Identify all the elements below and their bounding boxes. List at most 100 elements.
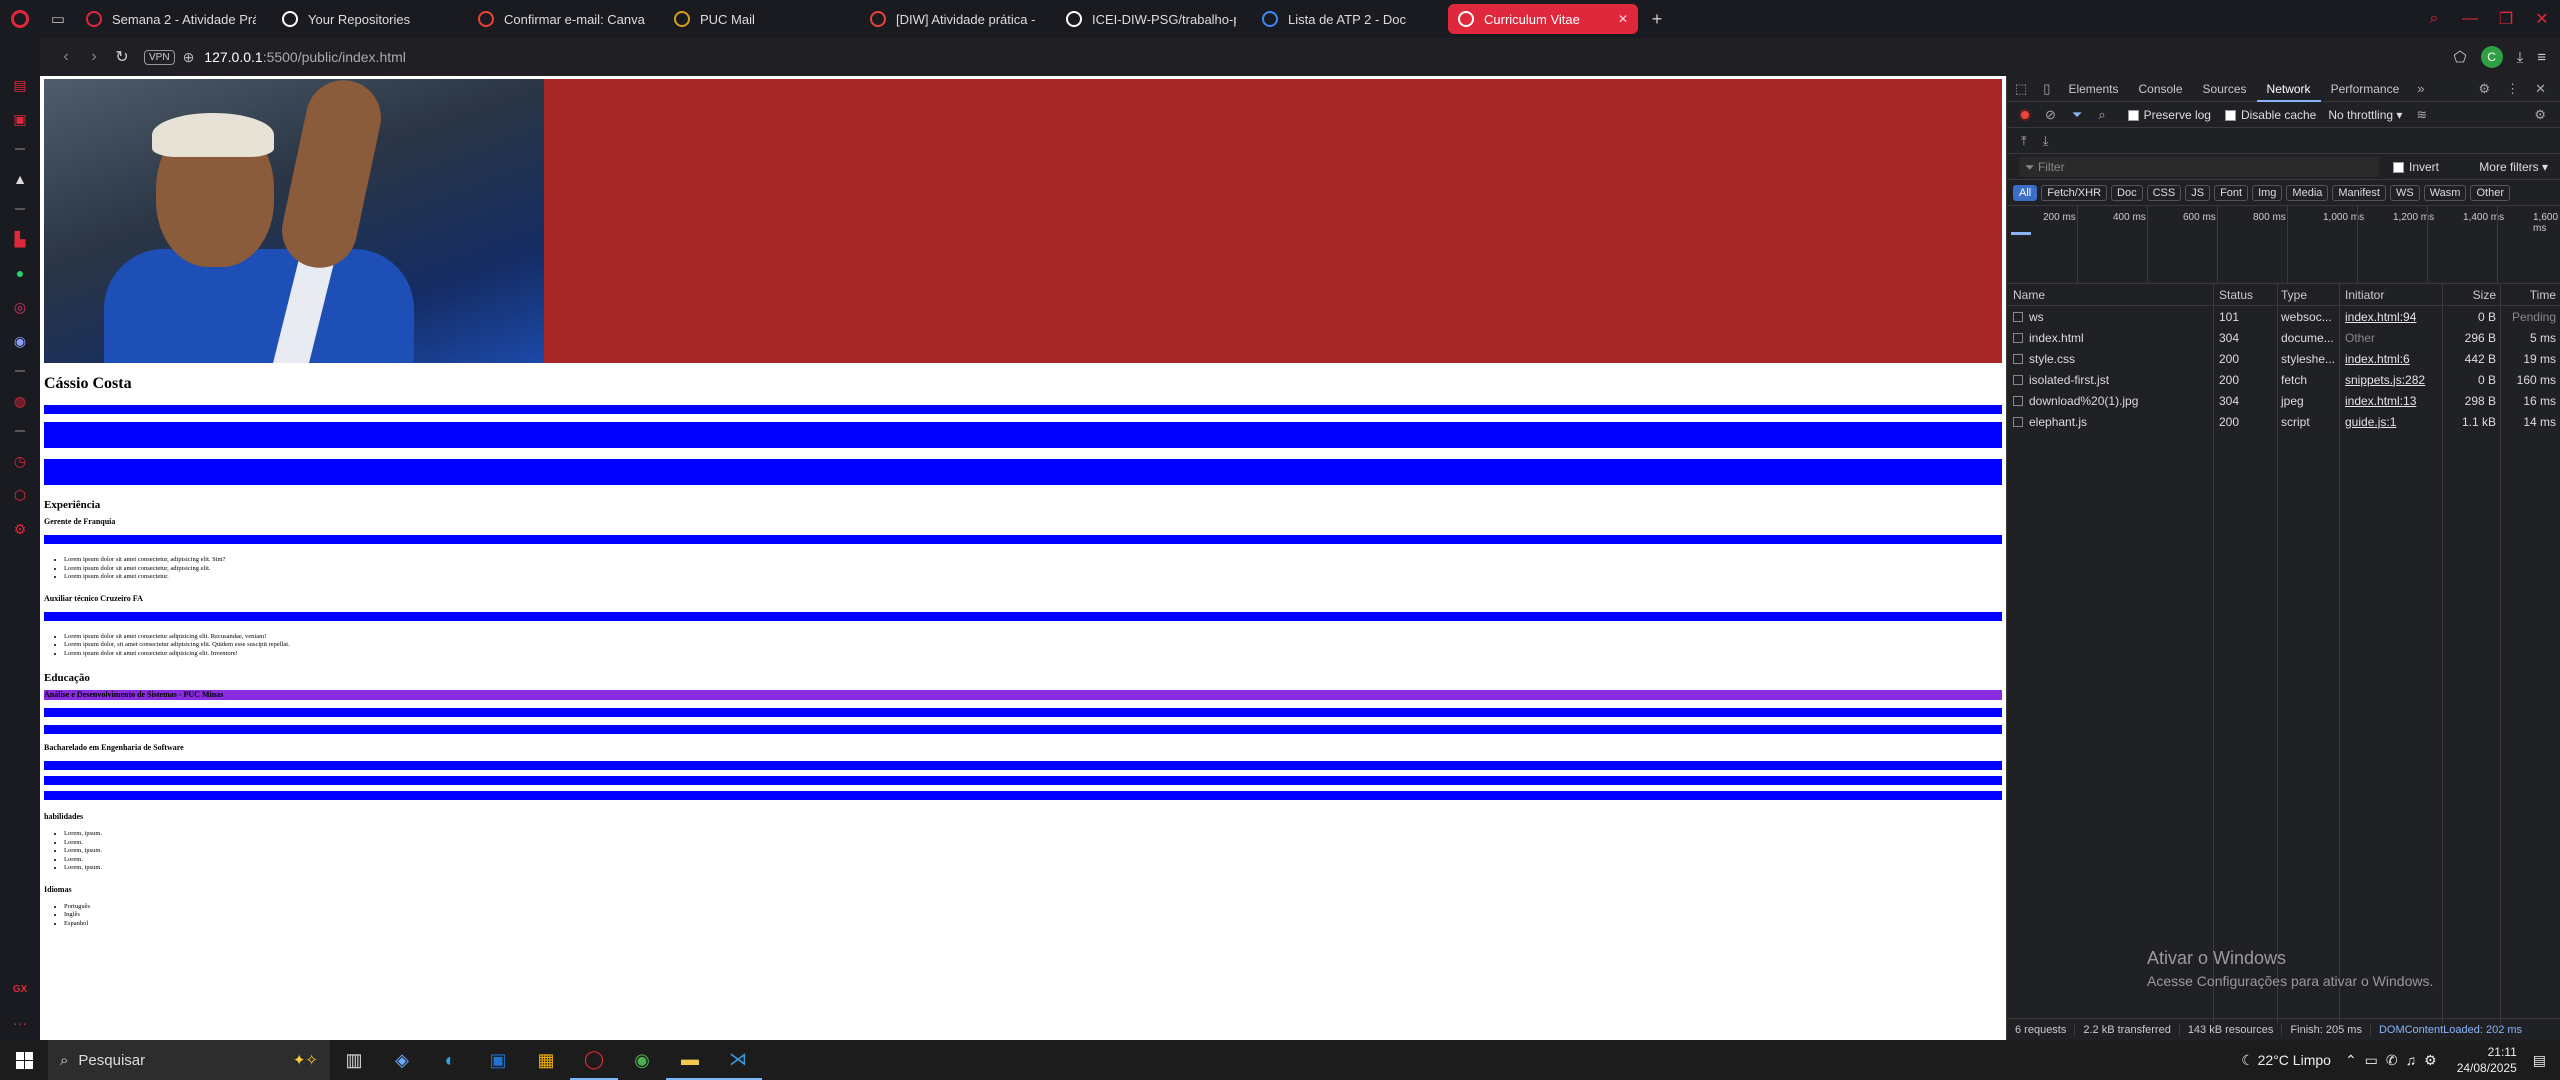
type-filter-css[interactable]: CSS bbox=[2146, 184, 2182, 201]
cell-initiator[interactable]: guide.js:1 bbox=[2339, 415, 2442, 429]
type-filter-all[interactable]: All bbox=[2013, 184, 2038, 201]
table-row[interactable]: index.html 304 docume... Other 296 B 5 ms bbox=[2007, 327, 2560, 348]
column-header-size[interactable]: Size bbox=[2442, 288, 2500, 302]
devtools-settings-icon[interactable]: ⚙ bbox=[2478, 81, 2490, 97]
vpn-badge[interactable]: VPN bbox=[144, 49, 175, 65]
browser-tab[interactable]: Semana 2 - Atividade Prá bbox=[76, 4, 266, 34]
site-info-icon[interactable]: ⊕ bbox=[183, 49, 195, 66]
type-filter-font[interactable]: Font bbox=[2214, 184, 2249, 201]
settings-icon[interactable]: ⚙ bbox=[9, 518, 31, 540]
tray-icons[interactable]: ⌃▭✆♫⚙ bbox=[2345, 1052, 2445, 1069]
close-window-button[interactable]: ✕ bbox=[2524, 9, 2560, 29]
whatsapp-icon[interactable]: ● bbox=[9, 262, 31, 284]
cell-initiator[interactable]: snippets.js:282 bbox=[2339, 373, 2442, 387]
weather-widget[interactable]: ☾ 22°C Limpo bbox=[2241, 1052, 2331, 1069]
taskbar-search[interactable]: ⌕ Pesquisar ✦✧ bbox=[48, 1040, 330, 1080]
devtools-tab-sources[interactable]: Sources bbox=[2193, 76, 2257, 102]
notifications-icon[interactable]: ▤ bbox=[2533, 1052, 2546, 1069]
vscode-icon[interactable]: ⋊ bbox=[714, 1040, 762, 1080]
type-filter-other[interactable]: Other bbox=[2470, 184, 2510, 201]
table-row[interactable]: elephant.js 200 script guide.js:1 1.1 kB 14 m… bbox=[2007, 411, 2560, 432]
type-filter-fetchxhr[interactable]: Fetch/XHR bbox=[2041, 184, 2108, 201]
back-button[interactable]: ‹ bbox=[52, 48, 80, 66]
table-row[interactable]: ws 101 websoc... index.html:94 0 B Pending bbox=[2007, 306, 2560, 327]
easy-setup-icon[interactable]: ≡ bbox=[2537, 49, 2546, 66]
browser-tab[interactable]: Confirmar e-mail: Canva bbox=[468, 4, 658, 34]
close-tab-icon[interactable]: ✕ bbox=[1618, 12, 1628, 26]
throttling-select[interactable]: No throttling ▾ bbox=[2328, 108, 2402, 122]
cell-initiator[interactable]: index.html:6 bbox=[2339, 352, 2442, 366]
file-explorer-icon[interactable]: ▬ bbox=[666, 1040, 714, 1080]
network-settings-icon[interactable]: ⚙ bbox=[2534, 107, 2546, 123]
record-icon[interactable] bbox=[2019, 108, 2031, 121]
column-header-status[interactable]: Status bbox=[2213, 288, 2277, 302]
browser-tab[interactable]: PUC Mail bbox=[664, 4, 854, 34]
opera-gx-taskbar-icon[interactable]: ◯ bbox=[570, 1040, 618, 1080]
cell-initiator[interactable]: index.html:94 bbox=[2339, 310, 2442, 324]
invert-checkbox[interactable]: Invert bbox=[2393, 160, 2439, 174]
column-header-time[interactable]: Time bbox=[2500, 288, 2560, 302]
copilot-icon[interactable]: ◈ bbox=[378, 1040, 426, 1080]
maximize-button[interactable]: ❐ bbox=[2488, 9, 2524, 29]
clock[interactable]: 21:11 24/08/2025 bbox=[2457, 1044, 2517, 1076]
instagram-icon[interactable]: ◎ bbox=[9, 296, 31, 318]
filter-input[interactable]: ⏷ Filter bbox=[2019, 156, 2379, 177]
close-devtools-icon[interactable]: ✕ bbox=[2535, 81, 2546, 97]
music-player-icon[interactable]: ◍ bbox=[9, 390, 31, 412]
browser-tab[interactable]: Lista de ATP 2 - Doc bbox=[1252, 4, 1442, 34]
gx-control-icon[interactable]: ▤ bbox=[9, 74, 31, 96]
devtools-tab-elements[interactable]: Elements bbox=[2058, 76, 2128, 102]
table-row[interactable]: isolated-first.jst 200 fetch snippets.js:28… bbox=[2007, 369, 2560, 390]
table-row[interactable]: download%20(1).jpg 304 jpeg index.html:13 29… bbox=[2007, 390, 2560, 411]
type-filter-doc[interactable]: Doc bbox=[2111, 184, 2143, 201]
more-icon[interactable]: ··· bbox=[9, 1012, 31, 1034]
task-view-icon[interactable]: ▥ bbox=[330, 1040, 378, 1080]
type-filter-media[interactable]: Media bbox=[2286, 184, 2329, 201]
disable-cache-checkbox[interactable]: Disable cache bbox=[2224, 108, 2316, 122]
inspect-element-icon[interactable]: ⬚ bbox=[2015, 81, 2027, 97]
minimize-button[interactable]: — bbox=[2452, 10, 2488, 28]
filter-icon[interactable]: ⏷ bbox=[2072, 107, 2082, 123]
browser-tab[interactable]: Your Repositories bbox=[272, 4, 462, 34]
extensions-icon[interactable]: ⬡ bbox=[9, 484, 31, 506]
column-header-name[interactable]: Name bbox=[2007, 288, 2213, 302]
devtools-tab-console[interactable]: Console bbox=[2128, 76, 2192, 102]
outlook-icon[interactable]: ▣ bbox=[474, 1040, 522, 1080]
search-tabs-icon[interactable]: ⌕ bbox=[2416, 10, 2452, 28]
profile-avatar[interactable]: C bbox=[2480, 46, 2503, 68]
cell-initiator[interactable]: index.html:13 bbox=[2339, 394, 2442, 408]
type-filter-img[interactable]: Img bbox=[2252, 184, 2283, 201]
snapshot-icon[interactable]: ⬠ bbox=[2454, 48, 2467, 66]
browser-tab[interactable]: Curriculum Vitae ✕ bbox=[1448, 4, 1638, 34]
aria-icon[interactable]: ▲ bbox=[9, 168, 31, 190]
type-filter-ws[interactable]: WS bbox=[2389, 184, 2420, 201]
devtools-tab-performance[interactable]: Performance bbox=[2321, 76, 2410, 102]
browser-tab[interactable]: ICEI-DIW-PSG/trabalho-p bbox=[1056, 4, 1246, 34]
type-filter-manifest[interactable]: Manifest bbox=[2332, 184, 2386, 201]
devtools-tab-network[interactable]: Network bbox=[2256, 76, 2321, 102]
table-row[interactable]: style.css 200 styleshe... index.html:6 442 B… bbox=[2007, 348, 2560, 369]
gx-badge-icon[interactable]: GX bbox=[9, 978, 31, 1000]
forward-button[interactable]: › bbox=[80, 48, 108, 66]
preserve-log-checkbox[interactable]: Preserve log bbox=[2127, 108, 2211, 122]
discord-icon[interactable]: ◉ bbox=[9, 330, 31, 352]
gx-corner-icon[interactable]: ▣ bbox=[9, 108, 31, 130]
history-icon[interactable]: ◷ bbox=[9, 450, 31, 472]
start-button[interactable] bbox=[0, 1051, 48, 1069]
search-icon[interactable]: ⌕ bbox=[2098, 107, 2105, 123]
import-har-icon[interactable]: ⤒ bbox=[2021, 133, 2027, 149]
reload-button[interactable]: ↻ bbox=[108, 47, 136, 67]
url-field[interactable]: 127.0.0.1:5500/public/index.html bbox=[204, 49, 406, 65]
downloads-icon[interactable]: ⤓ bbox=[2517, 49, 2524, 66]
device-toolbar-icon[interactable]: ▯ bbox=[2043, 81, 2050, 97]
clear-icon[interactable]: ⊘ bbox=[2045, 107, 2056, 123]
type-filter-js[interactable]: JS bbox=[2185, 184, 2211, 201]
type-filter-wasm[interactable]: Wasm bbox=[2423, 184, 2467, 201]
more-tabs-icon[interactable]: » bbox=[2417, 81, 2424, 96]
export-har-icon[interactable]: ⤓ bbox=[2043, 133, 2049, 149]
chrome-icon[interactable]: ◉ bbox=[618, 1040, 666, 1080]
opera-gx-logo[interactable] bbox=[0, 0, 40, 38]
store-icon[interactable]: ▦ bbox=[522, 1040, 570, 1080]
edge-icon[interactable]: ◐ bbox=[426, 1040, 474, 1080]
cell-initiator[interactable]: Other bbox=[2339, 331, 2442, 345]
